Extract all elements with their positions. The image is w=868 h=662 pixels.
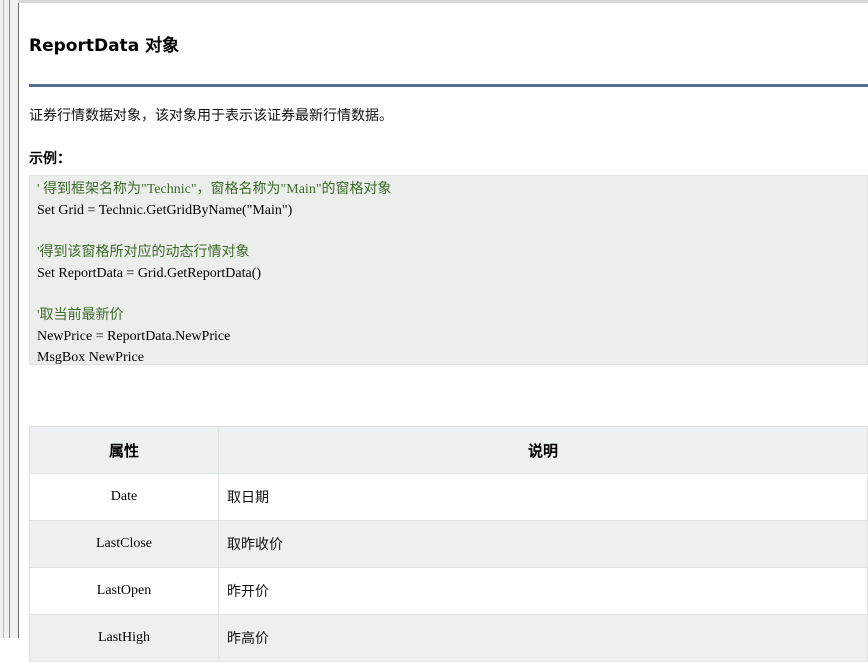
page-title: ReportData 对象 [29,36,180,56]
property-description: 昨开价 [218,567,868,615]
code-comment-line: '取当前最新价 [37,308,124,323]
table-row: LastClose 取昨收价 [29,520,868,568]
property-description: 昨高价 [218,614,868,662]
splitter-handle[interactable] [9,0,10,638]
table-row: LastHigh 昨高价 [29,614,868,662]
window-left-frame [0,0,19,638]
property-description: 取昨收价 [218,520,868,568]
table-row: Date 取日期 [29,473,868,521]
property-name: LastHigh [29,614,219,662]
property-name: LastOpen [29,567,219,615]
code-example-block: ' 得到框架名称为"Technic"，窗格名称为"Main"的窗格对象 Set G… [29,175,868,365]
example-heading: 示例： [29,151,71,167]
column-header-description: 说明 [218,426,868,474]
property-description: 取日期 [218,473,868,521]
help-content: ReportData 对象 证券行情数据对象，该对象用于表示该证券最新行情数据。… [19,3,868,662]
code-statement-line: MsgBox NewPrice [37,350,144,365]
table-header-row: 属性 说明 [29,426,868,474]
code-statement-line: Set ReportData = Grid.GetReportData() [37,266,262,281]
column-header-property: 属性 [29,426,219,474]
title-divider [29,84,868,87]
table-row: LastOpen 昨开价 [29,567,868,615]
frame-line [3,0,4,638]
properties-table: 属性 说明 Date 取日期 LastClose 取昨收价 LastOpen 昨… [29,426,868,662]
code-statement-line: NewPrice = ReportData.NewPrice [37,329,231,344]
property-name: Date [29,473,219,521]
object-description: 证券行情数据对象，该对象用于表示该证券最新行情数据。 [29,108,393,124]
code-comment-line: ' 得到框架名称为"Technic"，窗格名称为"Main"的窗格对象 [37,182,392,197]
property-name: LastClose [29,520,219,568]
code-statement-line: Set Grid = Technic.GetGridByName("Main") [37,203,293,218]
code-comment-line: '得到该窗格所对应的动态行情对象 [37,245,250,260]
